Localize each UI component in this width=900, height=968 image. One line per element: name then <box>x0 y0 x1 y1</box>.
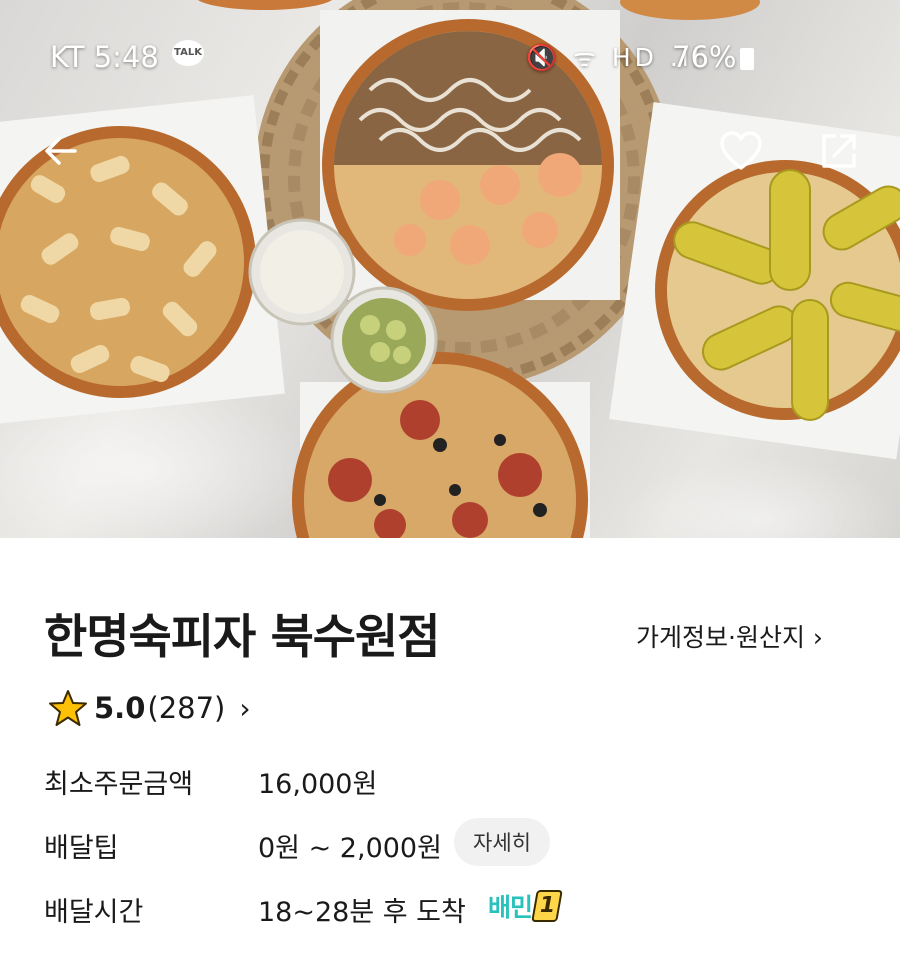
clock-label: 5:48 <box>93 40 159 74</box>
rating-score: 5.0 <box>94 691 146 725</box>
status-bar: KT 5:48 TALK 🔇 ᯤ HD .ıl 76% <box>0 30 900 82</box>
delivery-time-value: 18~28분 후 도착 <box>258 897 466 928</box>
baemin-logo-text: 배민 <box>488 893 533 922</box>
store-info-link[interactable]: 가게정보·원산지 › <box>636 618 823 654</box>
heart-outline-icon <box>720 131 762 170</box>
rating-row[interactable]: 5.0 (287) › <box>48 686 251 730</box>
back-button[interactable] <box>34 124 88 178</box>
review-count: (287) <box>147 691 226 725</box>
delivery-time-label: 배달시간 <box>44 897 144 928</box>
kakao-talk-icon: TALK <box>172 40 204 66</box>
delivery-tip-detail-button[interactable]: 자세히 <box>454 818 550 866</box>
store-title: 한명숙피자 북수원점 <box>44 610 441 665</box>
favorite-button[interactable] <box>714 124 768 178</box>
min-order-value: 16,000원 <box>258 769 378 800</box>
store-hero-image: KT 5:48 TALK 🔇 ᯤ HD .ıl 76% <box>0 0 900 538</box>
arrow-left-icon <box>45 137 77 165</box>
chevron-right-icon: › <box>239 691 251 725</box>
star-icon <box>49 690 87 726</box>
share-icon <box>822 134 856 168</box>
delivery-tip-label: 배달팁 <box>44 833 119 864</box>
status-carrier-time: KT 5:48 <box>50 40 159 74</box>
carrier-label: KT <box>50 40 85 74</box>
delivery-tip-value: 0원 ~ 2,000원 <box>258 833 442 864</box>
min-order-label: 최소주문금액 <box>44 769 194 800</box>
battery-percent: 76% <box>672 40 737 74</box>
share-button[interactable] <box>812 124 866 178</box>
baemin-one-number: 1 <box>531 890 563 922</box>
baemin-one-badge: 배민 1 <box>488 886 563 926</box>
battery-icon <box>740 48 754 70</box>
